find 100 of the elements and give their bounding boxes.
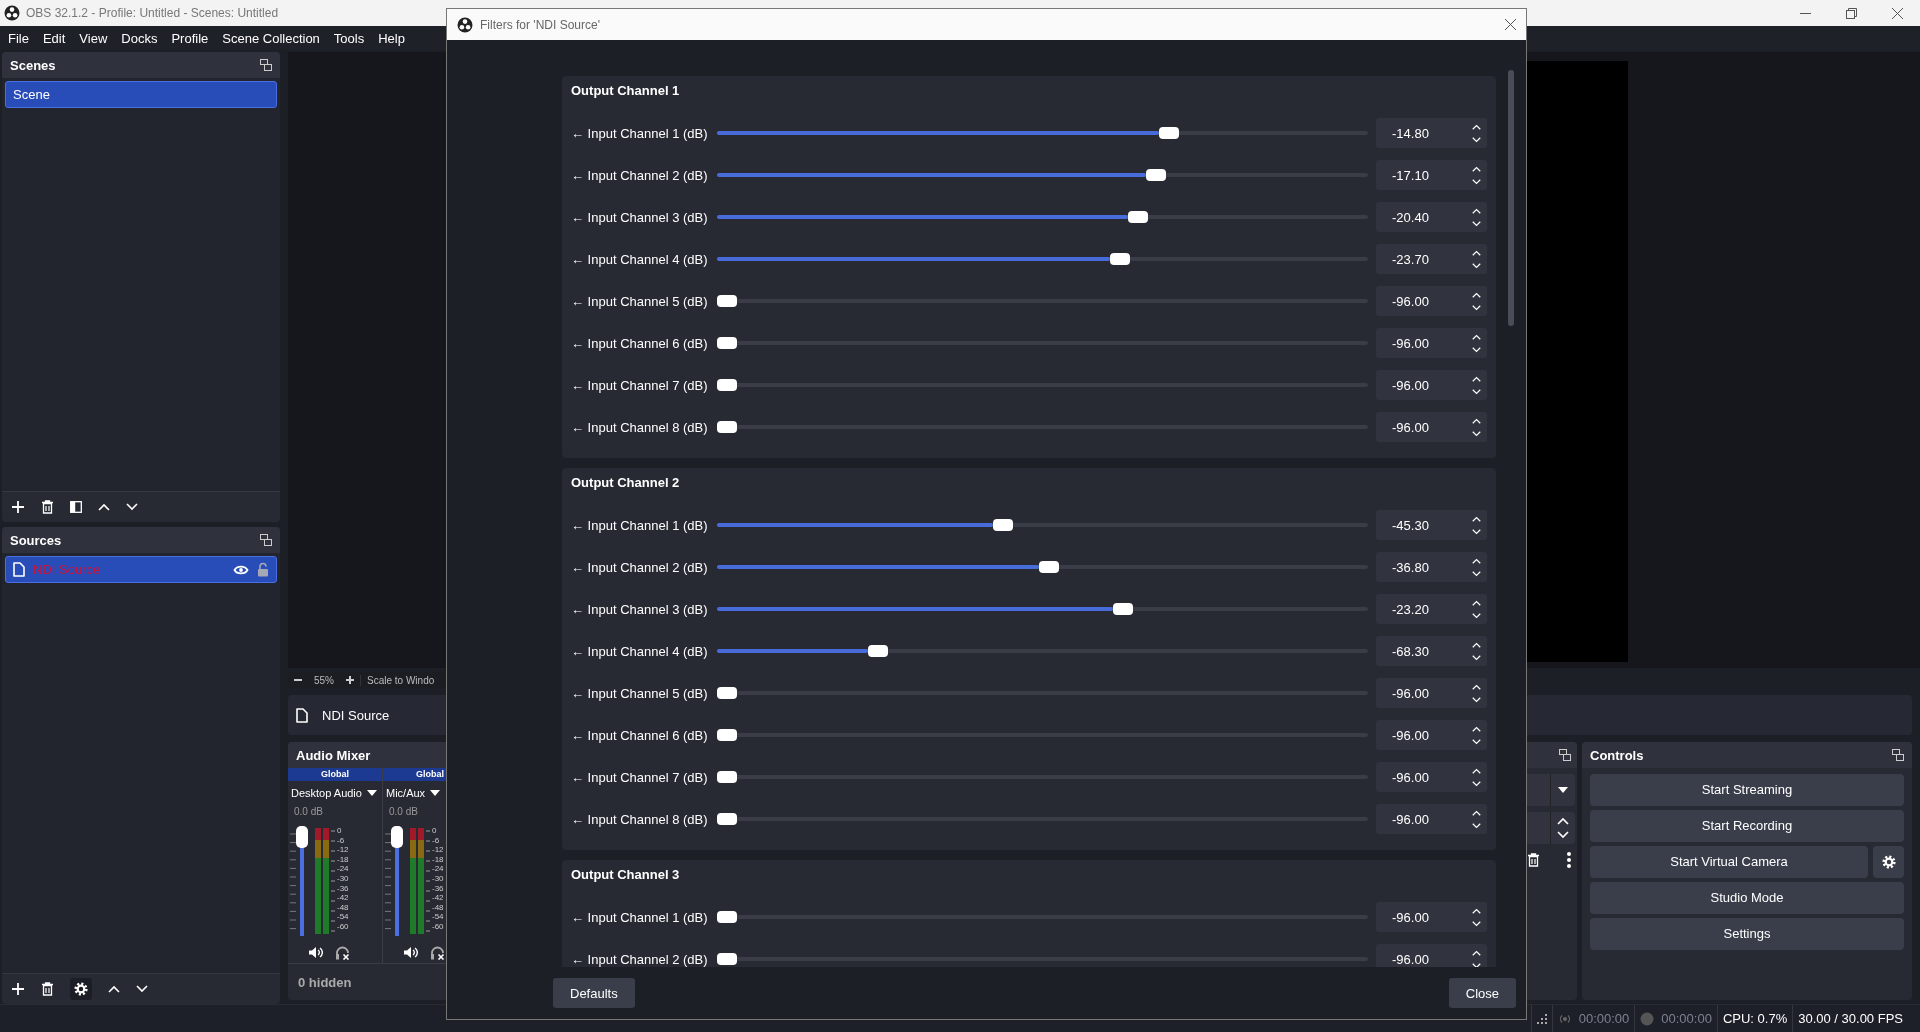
number-field[interactable]: -17.10 bbox=[1376, 160, 1487, 190]
float-icon[interactable] bbox=[1559, 749, 1571, 761]
lock-icon[interactable] bbox=[257, 562, 269, 577]
number-field[interactable]: -68.30 bbox=[1376, 636, 1487, 666]
close-icon[interactable] bbox=[1891, 7, 1903, 19]
chevron-up-icon[interactable] bbox=[1471, 375, 1481, 382]
slider-thumb[interactable] bbox=[717, 379, 737, 391]
chevron-up-icon[interactable] bbox=[1471, 809, 1481, 816]
speaker-icon[interactable] bbox=[308, 946, 323, 959]
number-field[interactable]: -96.00 bbox=[1376, 944, 1487, 967]
number-field[interactable]: -23.70 bbox=[1376, 244, 1487, 274]
defaults-button[interactable]: Defaults bbox=[553, 978, 635, 1008]
scale-mode[interactable]: Scale to Windo bbox=[360, 674, 435, 686]
chevron-down-icon[interactable] bbox=[1471, 262, 1481, 269]
chevron-up-icon[interactable] bbox=[1557, 817, 1569, 825]
chevron-down-icon[interactable] bbox=[1557, 831, 1569, 839]
channel-name[interactable]: Mic/Aux bbox=[386, 787, 426, 799]
slider-thumb[interactable] bbox=[717, 813, 737, 825]
spin-box[interactable] bbox=[1527, 812, 1575, 844]
chevron-up-icon[interactable] bbox=[1471, 557, 1481, 564]
float-icon[interactable] bbox=[260, 534, 272, 546]
number-field[interactable]: -96.00 bbox=[1376, 762, 1487, 792]
slider-thumb[interactable] bbox=[1113, 603, 1134, 615]
chevron-down-icon[interactable] bbox=[1471, 612, 1481, 619]
restore-icon[interactable] bbox=[1845, 7, 1857, 19]
chevron-down-icon[interactable] bbox=[1471, 780, 1481, 787]
list-item[interactable]: Scene bbox=[5, 81, 277, 108]
number-field[interactable]: -96.00 bbox=[1376, 804, 1487, 834]
slider-thumb[interactable] bbox=[717, 911, 737, 923]
slider-thumb[interactable] bbox=[1038, 561, 1059, 573]
number-field[interactable]: -14.80 bbox=[1376, 118, 1487, 148]
volume-fader[interactable] bbox=[296, 826, 308, 936]
chevron-down-icon[interactable] bbox=[126, 503, 138, 511]
slider-thumb[interactable] bbox=[717, 953, 737, 965]
number-field[interactable]: -96.00 bbox=[1376, 720, 1487, 750]
chevron-up-icon[interactable] bbox=[1471, 683, 1481, 690]
menu-item[interactable]: File bbox=[1, 30, 36, 46]
headphone-icon[interactable] bbox=[335, 946, 350, 960]
slider-thumb[interactable] bbox=[717, 729, 737, 741]
chevron-down-icon[interactable] bbox=[1471, 346, 1481, 353]
number-field[interactable]: -96.00 bbox=[1376, 412, 1487, 442]
slider-thumb[interactable] bbox=[867, 645, 888, 657]
chevron-up-icon[interactable] bbox=[1471, 165, 1481, 172]
control-button[interactable]: Settings bbox=[1590, 918, 1904, 950]
slider-thumb[interactable] bbox=[1146, 169, 1167, 181]
chevron-down-icon[interactable] bbox=[1471, 220, 1481, 227]
speaker-icon[interactable] bbox=[403, 946, 418, 959]
menu-item[interactable]: Profile bbox=[164, 30, 216, 46]
chevron-down-icon[interactable] bbox=[136, 985, 148, 993]
slider-thumb[interactable] bbox=[1110, 253, 1131, 265]
float-icon[interactable] bbox=[260, 59, 272, 71]
chevron-down-icon[interactable] bbox=[1471, 430, 1481, 437]
chevron-down-icon[interactable] bbox=[1471, 178, 1481, 185]
slider-thumb[interactable] bbox=[1128, 211, 1149, 223]
chevron-down-icon[interactable] bbox=[1471, 822, 1481, 829]
chevron-up-icon[interactable] bbox=[1471, 417, 1481, 424]
chevron-up-icon[interactable] bbox=[1471, 599, 1481, 606]
plus-icon[interactable] bbox=[346, 676, 354, 684]
menu-item[interactable]: Help bbox=[371, 30, 412, 46]
chevron-down-icon[interactable] bbox=[1471, 654, 1481, 661]
chevron-up-icon[interactable] bbox=[108, 985, 120, 993]
menu-item[interactable]: Scene Collection bbox=[215, 30, 327, 46]
chevron-up-icon[interactable] bbox=[1471, 123, 1481, 130]
float-icon[interactable] bbox=[1892, 749, 1904, 761]
more-icon[interactable] bbox=[1567, 852, 1571, 868]
chevron-up-icon[interactable] bbox=[1471, 291, 1481, 298]
fader-thumb[interactable] bbox=[296, 826, 308, 848]
number-field[interactable]: -96.00 bbox=[1376, 902, 1487, 932]
slider-thumb[interactable] bbox=[717, 771, 737, 783]
chevron-down-icon[interactable] bbox=[1471, 570, 1481, 577]
chevron-up-icon[interactable] bbox=[1471, 333, 1481, 340]
menu-item[interactable]: Tools bbox=[326, 30, 372, 46]
menu-item[interactable]: Edit bbox=[35, 30, 73, 46]
number-field[interactable]: -20.40 bbox=[1376, 202, 1487, 232]
trash-icon[interactable] bbox=[1527, 853, 1540, 867]
chevron-down-icon[interactable] bbox=[1471, 388, 1481, 395]
chevron-down-icon[interactable] bbox=[1471, 962, 1481, 967]
settings-button[interactable] bbox=[1873, 846, 1904, 878]
chevron-down-icon[interactable] bbox=[1471, 304, 1481, 311]
chevron-down-icon[interactable] bbox=[1471, 738, 1481, 745]
slider-thumb[interactable] bbox=[717, 337, 737, 349]
chevron-up-icon[interactable] bbox=[1471, 725, 1481, 732]
chevron-up-icon[interactable] bbox=[1471, 907, 1481, 914]
menu-item[interactable]: Docks bbox=[114, 30, 165, 46]
panel-icon[interactable] bbox=[70, 501, 82, 513]
chevron-up-icon[interactable] bbox=[1471, 515, 1481, 522]
close-button[interactable]: Close bbox=[1448, 978, 1516, 1008]
slider-thumb[interactable] bbox=[992, 519, 1013, 531]
number-field[interactable]: -45.30 bbox=[1376, 510, 1487, 540]
chevron-down-icon[interactable] bbox=[1471, 528, 1481, 535]
chevron-up-icon[interactable] bbox=[1471, 949, 1481, 956]
channel-name[interactable]: Desktop Audio bbox=[291, 787, 362, 799]
control-button[interactable]: Start Virtual Camera bbox=[1590, 846, 1868, 878]
chevron-up-icon[interactable] bbox=[1471, 767, 1481, 774]
volume-fader[interactable] bbox=[391, 826, 403, 936]
number-field[interactable]: -96.00 bbox=[1376, 286, 1487, 316]
chevron-up-icon[interactable] bbox=[1471, 249, 1481, 256]
number-field[interactable]: -36.80 bbox=[1376, 552, 1487, 582]
fader-thumb[interactable] bbox=[391, 826, 403, 848]
control-button[interactable]: Start Streaming bbox=[1590, 774, 1904, 806]
